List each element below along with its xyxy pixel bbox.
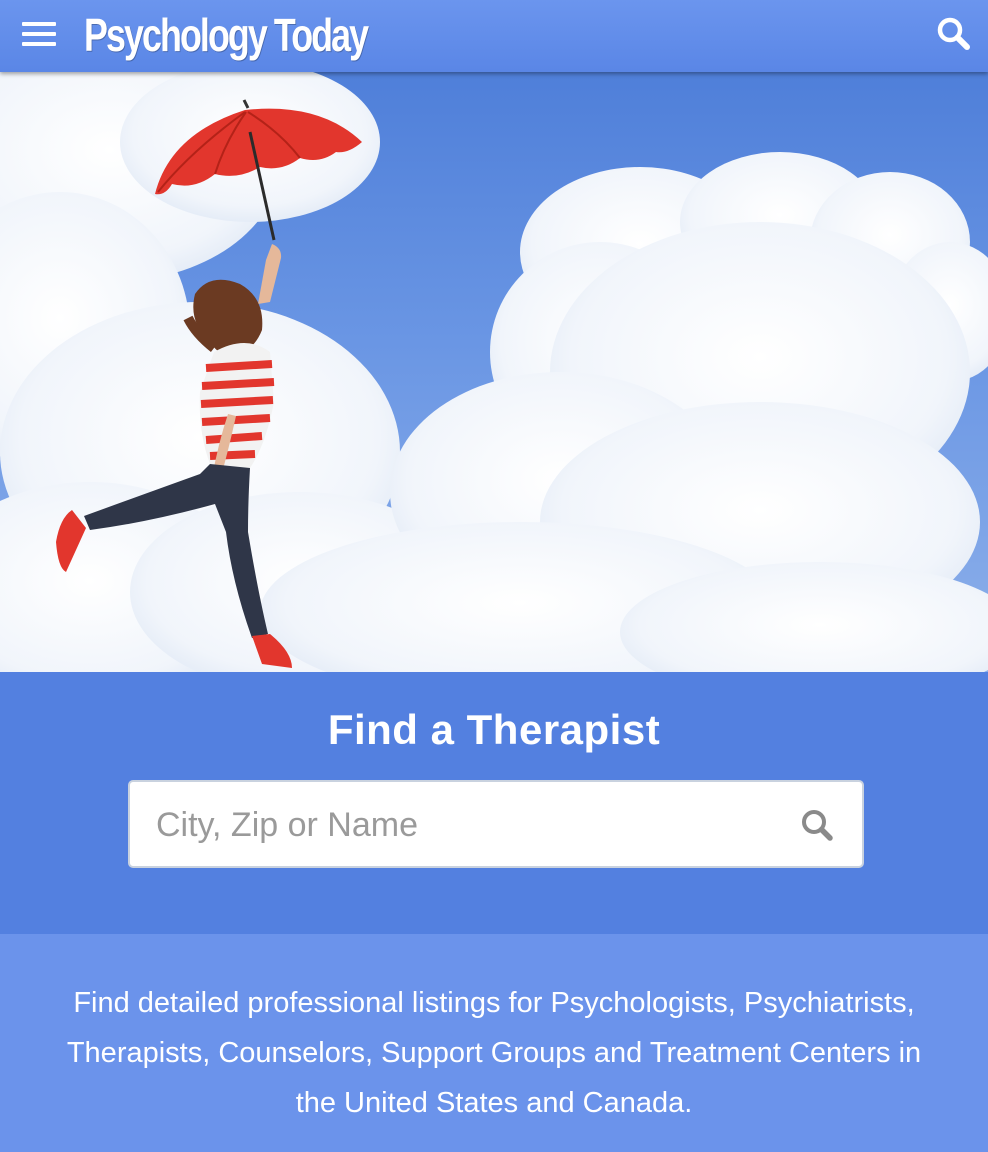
description-text: Find detailed professional listings for … xyxy=(66,987,922,1119)
sky-with-clouds-illustration xyxy=(0,72,988,672)
find-therapist-title: Find a Therapist xyxy=(327,706,661,753)
site-logo[interactable]: Psychology Today xyxy=(84,3,369,67)
location-search-input[interactable] xyxy=(154,796,778,854)
therapist-search-box xyxy=(128,780,864,868)
hamburger-menu-icon[interactable] xyxy=(22,22,58,48)
search-icon[interactable] xyxy=(934,14,974,54)
top-navigation-bar: Psychology Today xyxy=(0,0,988,72)
hero-image xyxy=(0,72,988,672)
search-icon[interactable] xyxy=(798,806,838,846)
